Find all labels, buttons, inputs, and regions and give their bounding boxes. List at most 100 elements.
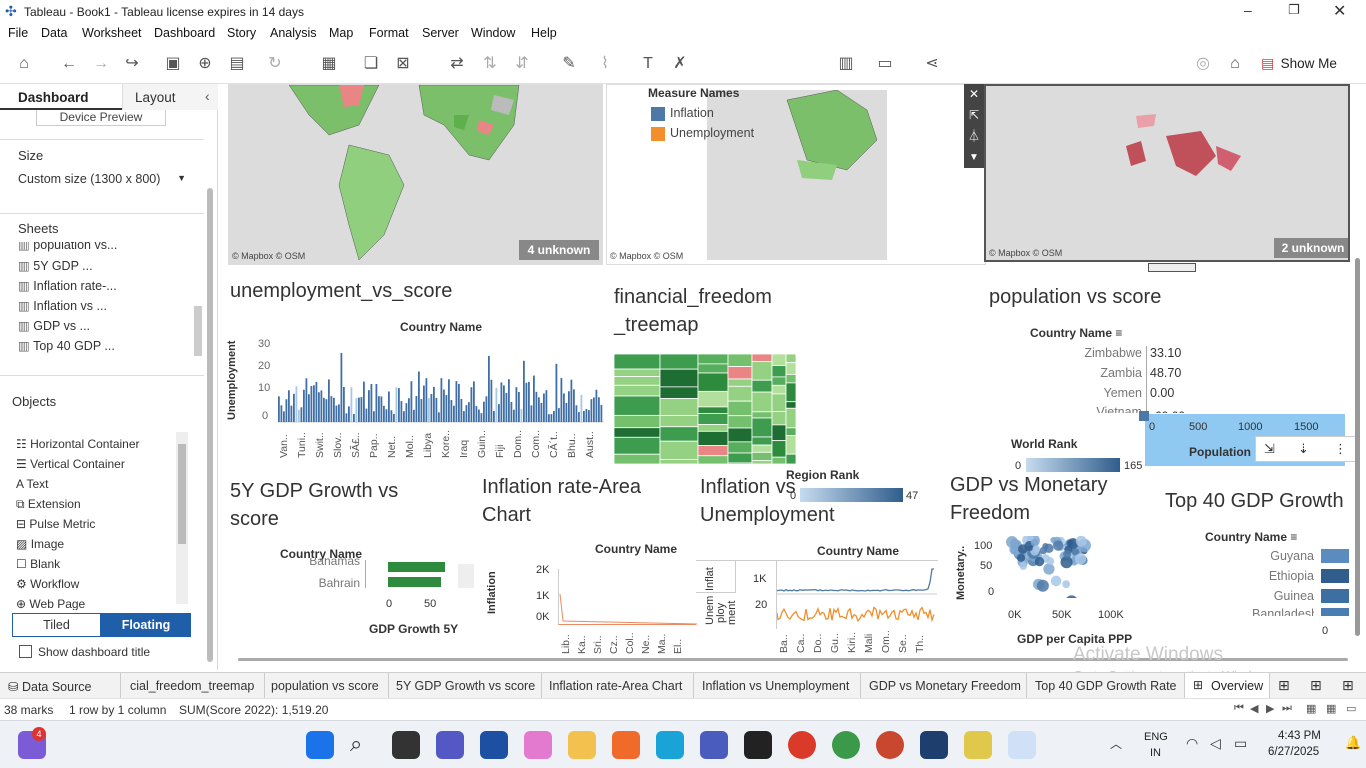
unemployment-bar[interactable] [488, 355, 490, 422]
menu-map[interactable]: Map [329, 26, 353, 40]
financial-freedom-treemap[interactable] [614, 354, 796, 464]
unemployment-bar[interactable] [535, 391, 538, 422]
unemployment-bar[interactable] [533, 375, 535, 422]
save-icon[interactable]: ▣ [162, 54, 184, 74]
unemployment-bar[interactable] [398, 388, 400, 422]
scatter-point[interactable] [1075, 536, 1087, 547]
treemap-cell[interactable] [771, 424, 787, 442]
treemap-cell[interactable] [697, 363, 729, 374]
treemap-cell[interactable] [727, 385, 753, 402]
tab-sheet[interactable]: Inflation rate-Area Chart [549, 679, 682, 693]
menu-data[interactable]: Data [41, 26, 67, 40]
treemap-cell[interactable] [614, 395, 661, 416]
treemap-cell[interactable] [659, 368, 699, 388]
treemap-cell[interactable] [727, 400, 753, 417]
unemployment-bar[interactable] [360, 397, 363, 422]
more-icon[interactable]: ⋮ [1334, 441, 1347, 457]
unemployment-bar[interactable] [538, 397, 540, 422]
treemap-cell[interactable] [751, 417, 773, 438]
treemap-cell[interactable] [771, 365, 787, 378]
treemap-cell[interactable] [771, 411, 787, 426]
unemployment-bar[interactable] [290, 405, 293, 422]
unemployment-bar[interactable] [410, 381, 413, 422]
unemployment-bar[interactable] [485, 396, 488, 422]
unemployment-bar[interactable] [450, 400, 453, 422]
file-explorer-icon[interactable] [568, 731, 596, 759]
treemap-cell[interactable] [751, 444, 773, 453]
scatter-point[interactable] [1063, 550, 1072, 559]
unemployment-bar[interactable] [498, 404, 500, 422]
volume-icon[interactable]: ◁ [1210, 735, 1221, 752]
pause-updates-icon[interactable]: ▤ [226, 54, 248, 74]
clock-date[interactable]: 6/27/2025 [1268, 746, 1319, 758]
sheet-item[interactable]: ▥ GDP vs ... [18, 318, 90, 333]
first-sheet-icon[interactable]: ⏮ [1234, 702, 1244, 715]
unemployment-bar[interactable] [340, 352, 343, 422]
unemployment-bar[interactable] [303, 389, 305, 422]
unemployment-bar[interactable] [278, 396, 280, 422]
tab-data-source[interactable]: ⛁ Data Source [8, 679, 91, 694]
treemap-cell[interactable] [771, 376, 787, 386]
notifications-icon[interactable]: 🔔 [1345, 735, 1361, 751]
unemployment-bar[interactable] [593, 397, 595, 422]
treemap-cell[interactable] [727, 366, 753, 380]
object-image[interactable]: ▨ Image [16, 537, 64, 551]
unemployment-bar[interactable] [595, 389, 598, 422]
unemployment-bar[interactable] [280, 405, 283, 422]
unemployment-bar[interactable] [313, 385, 315, 422]
unemployment-bar[interactable] [343, 386, 345, 422]
treemap-cell[interactable] [751, 451, 773, 462]
unemployment-bar[interactable] [318, 392, 320, 422]
search-icon[interactable]: ⌕ [350, 731, 362, 757]
unemployment-bar[interactable] [508, 379, 510, 422]
unemployment-bar[interactable] [475, 406, 478, 422]
sort-asc-icon[interactable]: ⇅ [479, 54, 501, 74]
menu-format[interactable]: Format [369, 26, 409, 40]
object-extension[interactable]: ⧉ Extension [16, 497, 81, 512]
unemployment-bar[interactable] [540, 402, 543, 422]
scatter-point[interactable] [1074, 553, 1087, 565]
treemap-cell[interactable] [751, 436, 773, 446]
lang-line1[interactable]: ENG [1144, 731, 1168, 743]
unemployment-bar[interactable] [565, 402, 568, 422]
unknown-badge[interactable]: 4 unknown [519, 240, 599, 260]
unemployment-bar[interactable] [440, 378, 443, 422]
unemployment-bar[interactable] [390, 410, 393, 422]
treemap-cell[interactable] [697, 372, 729, 392]
object-web-page[interactable]: ⊕ Web Page [16, 597, 85, 610]
scatter-point[interactable] [1050, 575, 1062, 587]
unemployment-bar[interactable] [420, 399, 423, 422]
top40-bar[interactable] [1321, 589, 1349, 603]
treemap-cell[interactable] [659, 426, 699, 442]
menu-dashboard[interactable]: Dashboard [154, 26, 215, 40]
unemployment-bar[interactable] [445, 394, 448, 422]
store-icon[interactable] [480, 731, 508, 759]
object-horizontal-container[interactable]: ☷ Horizontal Container [16, 437, 140, 451]
unemployment-bar[interactable] [503, 385, 505, 422]
unemployment-bar[interactable] [563, 393, 565, 422]
treemap-cell[interactable] [727, 452, 753, 464]
object-vertical-container[interactable]: ☰ Vertical Container [16, 457, 125, 471]
treemap-cell[interactable] [751, 460, 773, 464]
duplicate-icon[interactable]: ❏ [360, 54, 382, 74]
sort-desc-icon[interactable]: ⇣ [1298, 441, 1309, 457]
sheet-item[interactable]: ▥ Top 40 GDP ... [18, 338, 115, 353]
scatter-point[interactable] [1030, 538, 1039, 547]
treemap-cell[interactable] [697, 390, 729, 408]
unemployment-bar[interactable] [550, 414, 553, 422]
show-title-checkbox[interactable] [19, 645, 32, 658]
tableau-taskbar-icon[interactable] [1008, 731, 1036, 759]
floating-button[interactable]: Floating [101, 613, 191, 637]
unemployment-bar[interactable] [543, 393, 545, 422]
treemap-cell[interactable] [727, 415, 753, 429]
last-sheet-icon[interactable]: ⏭ [1282, 702, 1292, 715]
treemap-cell[interactable] [659, 398, 699, 416]
unemployment-bar[interactable] [338, 404, 340, 422]
unemployment-bar[interactable] [453, 405, 455, 422]
unemployment-bar[interactable] [383, 405, 385, 422]
battery-icon[interactable]: ▭ [1234, 735, 1247, 752]
gdp5-bar[interactable] [388, 562, 445, 572]
canvas-vscrollbar[interactable] [1355, 258, 1360, 636]
new-story-icon[interactable]: ⊞ [1342, 677, 1354, 694]
unemployment-bar[interactable] [405, 403, 408, 422]
